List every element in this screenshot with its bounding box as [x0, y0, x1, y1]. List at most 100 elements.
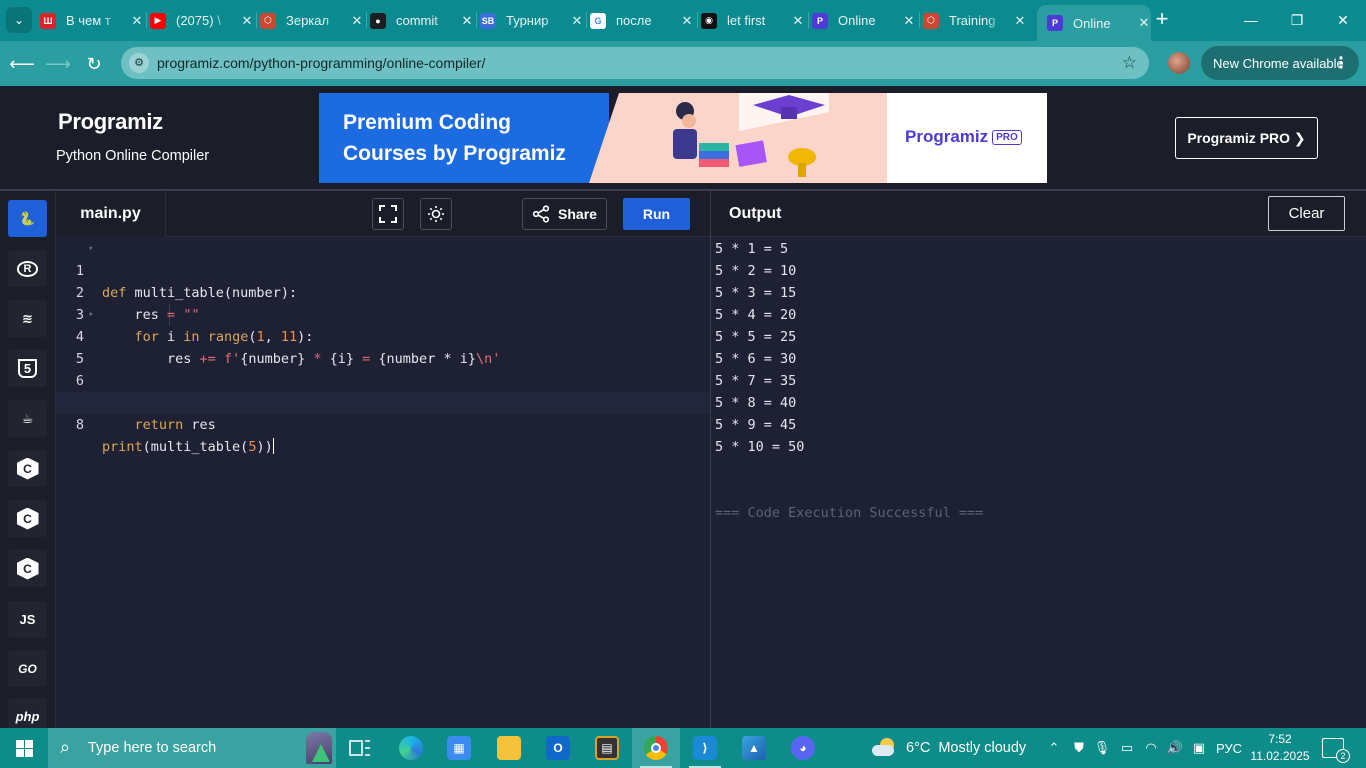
- browser-tab[interactable]: ⬡ Training ✕: [923, 6, 1027, 35]
- browser-tab[interactable]: ◉ let first ✕: [701, 6, 805, 35]
- tray-chevron-icon[interactable]: ⌃: [1044, 728, 1064, 768]
- tab-close-icon[interactable]: ✕: [570, 13, 584, 29]
- battery-icon[interactable]: ▭: [1116, 728, 1138, 768]
- browser-tab[interactable]: P Online ✕: [1037, 5, 1151, 41]
- code-line[interactable]: 6: [56, 348, 710, 389]
- language-html[interactable]: 5: [8, 350, 47, 387]
- php-icon: php: [15, 709, 40, 724]
- language-cpp[interactable]: C: [8, 500, 47, 537]
- menu-kebab-icon[interactable]: ⋮: [1333, 53, 1349, 73]
- site-info-icon[interactable]: ⚙: [129, 53, 149, 73]
- taskbar-photos[interactable]: ▲: [730, 728, 778, 768]
- language-python[interactable]: 🐍: [8, 200, 47, 237]
- taskbar-discord[interactable]: ◕: [779, 728, 827, 768]
- chrome-update-button[interactable]: New Chrome available ⋮: [1201, 46, 1359, 80]
- meet-now-icon[interactable]: ▣: [1188, 728, 1210, 768]
- tab-close-icon[interactable]: ✕: [350, 13, 364, 29]
- output-pane: Output Clear 5 * 1 = 5 5 * 2 = 10 5 * 3 = …: [710, 191, 1366, 728]
- discord-icon: ◕: [791, 736, 815, 760]
- language-r[interactable]: R: [8, 250, 47, 287]
- url-text[interactable]: programiz.com/python-programming/online-…: [157, 55, 485, 71]
- tab-close-icon[interactable]: ✕: [791, 13, 805, 29]
- browser-tab[interactable]: P Online ✕: [812, 6, 916, 35]
- bookmark-star-icon[interactable]: ☆: [1122, 53, 1137, 73]
- taskbar-app[interactable]: ▤: [583, 728, 631, 768]
- fullscreen-button[interactable]: [372, 198, 404, 230]
- notification-center-icon[interactable]: 2: [1322, 738, 1350, 763]
- share-button[interactable]: Share: [522, 198, 607, 230]
- tab-close-icon[interactable]: ✕: [902, 13, 916, 29]
- code-line-current[interactable]: 8 print(multi_table(5)): [56, 392, 710, 455]
- browser-tab[interactable]: ⬡ Зеркал ✕: [260, 6, 364, 35]
- code-line[interactable]: 2 res = "": [56, 260, 710, 323]
- task-view-button[interactable]: [336, 728, 384, 768]
- banner-title: Premium Coding Courses by Programiz: [343, 111, 566, 165]
- tab-close-icon[interactable]: ✕: [680, 13, 694, 29]
- language-js[interactable]: JS: [8, 601, 47, 638]
- taskbar-outlook[interactable]: O: [534, 728, 582, 768]
- theme-toggle-button[interactable]: [420, 198, 452, 230]
- browser-tab[interactable]: SB Турнир ✕: [480, 6, 584, 35]
- new-tab-button[interactable]: +: [1150, 8, 1174, 32]
- language-c[interactable]: C: [8, 450, 47, 487]
- language-sql[interactable]: ≋: [8, 300, 47, 337]
- c-icon: C: [16, 457, 39, 480]
- microphone-icon[interactable]: 🎙: [1092, 728, 1112, 768]
- r-icon: R: [16, 260, 39, 277]
- tab-separator: [146, 12, 147, 28]
- language-csharp[interactable]: C: [8, 550, 47, 587]
- tab-close-icon[interactable]: ✕: [1013, 13, 1027, 29]
- taskbar-store[interactable]: ▦: [435, 728, 483, 768]
- taskbar-vscode[interactable]: ⟩: [681, 728, 729, 768]
- taskbar-search[interactable]: ⌕ Type here to search: [48, 728, 336, 768]
- promo-banner[interactable]: Premium Coding Courses by Programiz Prog…: [319, 93, 1047, 183]
- tab-favicon-icon: ◉: [701, 12, 717, 29]
- wifi-icon[interactable]: ◠: [1140, 728, 1162, 768]
- programiz-pro-button[interactable]: Programiz PRO ❯: [1175, 117, 1318, 159]
- editor-toolbar: Share Run: [166, 191, 710, 237]
- volume-icon[interactable]: 🔊: [1164, 728, 1186, 768]
- browser-tab[interactable]: Ш В чем т ✕: [40, 6, 144, 35]
- code-line[interactable]: 1 ▾ def multi_table(number):: [56, 238, 710, 301]
- restore-button[interactable]: ❐: [1274, 6, 1320, 34]
- share-label: Share: [558, 206, 597, 222]
- share-icon: [532, 205, 550, 223]
- weather-widget[interactable]: 6°C Mostly cloudy: [872, 728, 1026, 768]
- tab-close-icon[interactable]: ✕: [240, 13, 254, 29]
- system-clock[interactable]: 7:52 11.02.2025: [1249, 731, 1311, 765]
- defender-icon[interactable]: ⛊: [1068, 728, 1090, 768]
- back-button[interactable]: ⟵: [9, 51, 35, 77]
- browser-tab[interactable]: Gпосле ✕: [590, 6, 694, 35]
- reload-button[interactable]: ↻: [81, 51, 107, 77]
- browser-tab[interactable]: ▶ (2075) \ ✕: [150, 6, 254, 35]
- code-line[interactable]: 5: [56, 326, 710, 367]
- code-line[interactable]: 3 ▾ for i in range(1, 11):: [56, 282, 710, 345]
- taskbar-chrome[interactable]: [632, 728, 680, 768]
- close-window-button[interactable]: ✕: [1320, 6, 1366, 34]
- taskbar-edge[interactable]: [387, 728, 435, 768]
- input-language[interactable]: РУС: [1212, 728, 1246, 768]
- forward-button[interactable]: ⟶: [45, 51, 71, 77]
- code-line[interactable]: 4 res += f'{number} * {i} = {number * i}…: [56, 304, 710, 367]
- tab-separator: [697, 12, 698, 28]
- minimize-button[interactable]: —: [1228, 6, 1274, 34]
- code-area[interactable]: 1 ▾ def multi_table(number): 2 res = "" 3…: [56, 238, 710, 728]
- address-bar[interactable]: ⚙ programiz.com/python-programming/onlin…: [121, 47, 1149, 79]
- clear-button[interactable]: Clear: [1268, 196, 1345, 231]
- fold-arrow-icon[interactable]: ▾: [88, 238, 93, 260]
- code-line[interactable]: 7 return res: [56, 370, 710, 433]
- file-tab-main[interactable]: main.py: [56, 191, 166, 237]
- profile-avatar[interactable]: [1168, 52, 1190, 74]
- programiz-logo[interactable]: Programiz: [58, 109, 163, 135]
- tab-close-icon[interactable]: ✕: [130, 13, 144, 29]
- language-go[interactable]: GO: [8, 650, 47, 687]
- browser-tab[interactable]: ● commit ✕: [370, 6, 474, 35]
- tab-search-button[interactable]: ⌄: [6, 7, 32, 33]
- run-button[interactable]: Run: [623, 198, 690, 230]
- taskbar-explorer[interactable]: [485, 728, 533, 768]
- language-java[interactable]: ☕: [8, 400, 47, 437]
- tab-close-icon[interactable]: ✕: [460, 13, 474, 29]
- start-button[interactable]: [0, 728, 48, 768]
- tab-close-icon[interactable]: ✕: [1137, 15, 1151, 31]
- output-line: 5 * 8 = 40: [715, 395, 797, 411]
